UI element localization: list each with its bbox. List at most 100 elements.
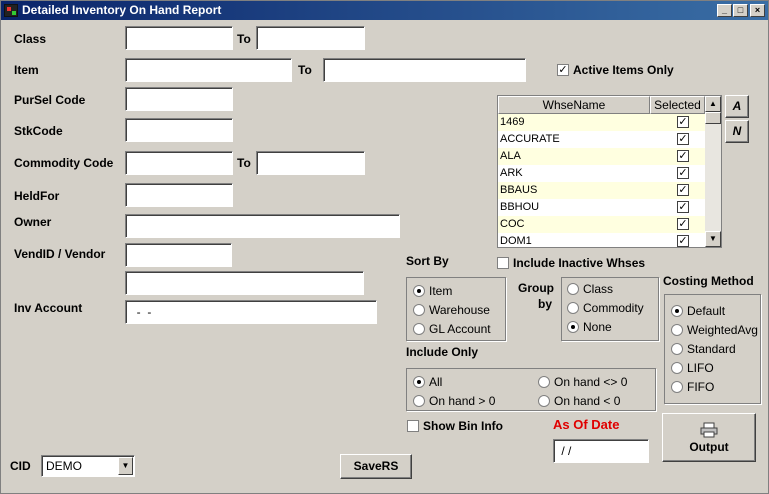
grid-header: WhseName Selected bbox=[498, 96, 705, 114]
select-all-button[interactable]: A bbox=[725, 95, 749, 118]
group-commodity-radio[interactable]: Commodity bbox=[567, 301, 644, 315]
table-row[interactable]: BBAUS ✓ bbox=[498, 182, 705, 199]
checkbox-check-icon: ✓ bbox=[557, 64, 569, 76]
whse-selected-cell: ✓ bbox=[650, 165, 705, 182]
whse-name-cell: COC bbox=[500, 218, 525, 230]
group-by-label-2: by bbox=[538, 297, 553, 311]
table-row[interactable]: 1469 ✓ bbox=[498, 114, 705, 131]
table-row[interactable]: ACCURATE ✓ bbox=[498, 131, 705, 148]
whse-selected-cell: ✓ bbox=[650, 216, 705, 233]
whse-selected-cell: ✓ bbox=[650, 148, 705, 165]
stkcode-input[interactable] bbox=[125, 118, 233, 142]
whse-selected-checkbox[interactable]: ✓ bbox=[677, 150, 689, 162]
whse-selected-cell: ✓ bbox=[650, 199, 705, 216]
as-of-date-input[interactable]: / / bbox=[553, 439, 649, 463]
whse-selected-checkbox[interactable]: ✓ bbox=[677, 218, 689, 230]
include-onhand-lt0-radio[interactable]: On hand < 0 bbox=[538, 394, 620, 408]
maximize-button[interactable]: □ bbox=[733, 4, 748, 17]
active-items-only-label: Active Items Only bbox=[573, 63, 674, 77]
sort-warehouse-radio[interactable]: Warehouse bbox=[413, 303, 490, 317]
whse-selected-checkbox[interactable]: ✓ bbox=[677, 235, 689, 247]
chevron-down-icon[interactable]: ▼ bbox=[118, 457, 133, 475]
item-to-input[interactable] bbox=[323, 58, 526, 82]
owner-label: Owner bbox=[14, 215, 52, 229]
heldfor-input[interactable] bbox=[125, 183, 233, 207]
include-inactive-whses-checkbox[interactable]: Include Inactive Whses bbox=[497, 256, 645, 270]
table-row[interactable]: BBHOU ✓ bbox=[498, 199, 705, 216]
printer-icon bbox=[700, 422, 718, 438]
pursel-code-label: PurSel Code bbox=[14, 93, 86, 107]
table-row[interactable]: ARK ✓ bbox=[498, 165, 705, 182]
whse-selected-checkbox[interactable]: ✓ bbox=[677, 184, 689, 196]
table-row[interactable]: DOM1 ✓ bbox=[498, 233, 705, 247]
whse-name-cell: ARK bbox=[500, 167, 523, 179]
checkbox-empty-icon bbox=[407, 420, 419, 432]
sort-glaccount-radio[interactable]: GL Account bbox=[413, 322, 491, 336]
item-from-input[interactable] bbox=[125, 58, 292, 82]
inv-account-input[interactable]: - - bbox=[125, 300, 377, 324]
cid-select[interactable]: DEMO ▼ bbox=[41, 455, 135, 477]
heldfor-label: HeldFor bbox=[14, 189, 60, 203]
owner-input[interactable] bbox=[125, 214, 400, 238]
include-onhand-ne0-radio[interactable]: On hand <> 0 bbox=[538, 375, 627, 389]
sort-by-label: Sort By bbox=[406, 254, 449, 268]
scroll-up-icon[interactable]: ▲ bbox=[705, 96, 721, 112]
as-of-date-label: As Of Date bbox=[553, 417, 620, 432]
output-button[interactable]: Output bbox=[662, 413, 756, 462]
grid-rows: 1469 ✓ ACCURATE ✓ ALA ✓ ARK ✓ BBAUS ✓ BBHOU ✓ COC ✓ DO… bbox=[498, 114, 705, 247]
table-row[interactable]: ALA ✓ bbox=[498, 148, 705, 165]
whse-selected-checkbox[interactable]: ✓ bbox=[677, 116, 689, 128]
col-selected[interactable]: Selected bbox=[650, 96, 705, 114]
group-class-radio[interactable]: Class bbox=[567, 282, 613, 296]
commodity-from-input[interactable] bbox=[125, 151, 233, 175]
costing-standard-radio[interactable]: Standard bbox=[671, 342, 736, 356]
class-to-input[interactable] bbox=[256, 26, 365, 50]
inv-account-label: Inv Account bbox=[14, 301, 83, 315]
group-none-radio[interactable]: None bbox=[567, 320, 612, 334]
include-only-label: Include Only bbox=[406, 345, 479, 359]
commodity-to-label: To bbox=[237, 156, 251, 170]
include-onhand-gt0-radio[interactable]: On hand > 0 bbox=[413, 394, 495, 408]
include-inactive-whses-label: Include Inactive Whses bbox=[513, 256, 646, 270]
costing-weightedavg-radio[interactable]: WeightedAvg bbox=[671, 323, 758, 337]
item-to-label: To bbox=[298, 63, 312, 77]
scroll-down-icon[interactable]: ▼ bbox=[705, 231, 721, 247]
sort-item-radio[interactable]: Item bbox=[413, 284, 452, 298]
group-by-label-1: Group bbox=[518, 281, 554, 295]
whse-selected-checkbox[interactable]: ✓ bbox=[677, 167, 689, 179]
show-bin-info-label: Show Bin Info bbox=[423, 419, 503, 433]
minimize-button[interactable]: _ bbox=[717, 4, 732, 17]
class-from-input[interactable] bbox=[125, 26, 233, 50]
whse-selected-checkbox[interactable]: ✓ bbox=[677, 133, 689, 145]
show-bin-info-checkbox[interactable]: Show Bin Info bbox=[407, 419, 503, 433]
commodity-to-input[interactable] bbox=[256, 151, 365, 175]
select-none-button[interactable]: N bbox=[725, 120, 749, 143]
whse-selected-checkbox[interactable]: ✓ bbox=[677, 201, 689, 213]
checkbox-empty-icon bbox=[497, 257, 509, 269]
whse-selected-cell: ✓ bbox=[650, 182, 705, 199]
active-items-only-checkbox[interactable]: ✓ Active Items Only bbox=[557, 63, 674, 77]
table-row[interactable]: COC ✓ bbox=[498, 216, 705, 233]
scroll-thumb[interactable] bbox=[705, 112, 721, 124]
grid-scrollbar[interactable]: ▲ ▼ bbox=[705, 96, 721, 247]
col-whsename[interactable]: WhseName bbox=[498, 96, 650, 114]
whse-selected-cell: ✓ bbox=[650, 114, 705, 131]
whse-name-cell: 1469 bbox=[500, 116, 525, 128]
vendor-label: VendID / Vendor bbox=[14, 247, 106, 261]
whse-name-cell: BBHOU bbox=[500, 201, 540, 213]
close-button[interactable]: × bbox=[750, 4, 765, 17]
costing-fifo-radio[interactable]: FIFO bbox=[671, 380, 714, 394]
cid-label: CID bbox=[10, 459, 31, 473]
vendor-name-input[interactable] bbox=[125, 271, 364, 295]
costing-default-radio[interactable]: Default bbox=[671, 304, 725, 318]
warehouse-grid[interactable]: WhseName Selected 1469 ✓ ACCURATE ✓ ALA ✓ ARK ✓… bbox=[497, 95, 722, 248]
include-all-radio[interactable]: All bbox=[413, 375, 442, 389]
class-to-label: To bbox=[237, 32, 251, 46]
pursel-code-input[interactable] bbox=[125, 87, 233, 111]
save-rs-button[interactable]: SaveRS bbox=[340, 454, 412, 479]
whse-selected-cell: ✓ bbox=[650, 233, 705, 247]
costing-lifo-radio[interactable]: LIFO bbox=[671, 361, 714, 375]
costing-method-label: Costing Method bbox=[663, 274, 754, 288]
item-label: Item bbox=[14, 63, 39, 77]
vendor-id-input[interactable] bbox=[125, 243, 232, 267]
